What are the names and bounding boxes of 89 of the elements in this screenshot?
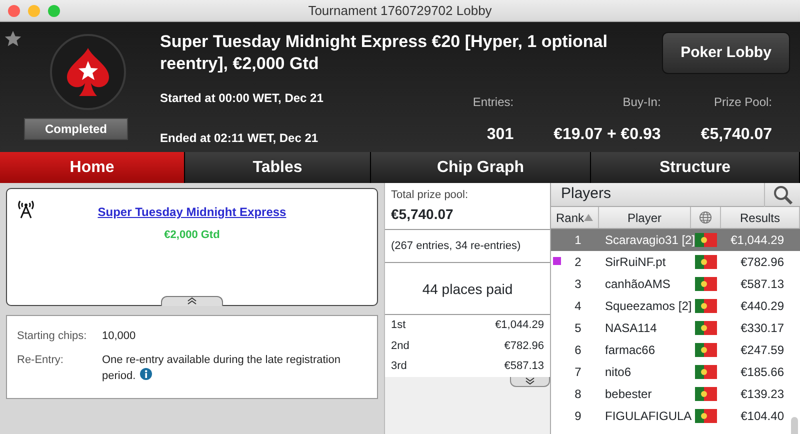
payout-place: 1st bbox=[391, 318, 406, 333]
player-name: SirRuiNF.pt bbox=[604, 254, 667, 271]
result-cell-text: €139.23 bbox=[740, 386, 785, 403]
rank-cell-text: 1 bbox=[574, 232, 582, 249]
column-header[interactable]: Player bbox=[599, 207, 691, 228]
prize-pool-label: Total prize pool: bbox=[391, 188, 470, 203]
stat-value: 301 bbox=[486, 125, 514, 145]
result-cell-text: €587.13 bbox=[740, 276, 785, 293]
flag-icon bbox=[695, 343, 717, 357]
result-cell-text: €1,044.29 bbox=[730, 232, 785, 249]
player-name: FIGULAFIGULA bbox=[604, 408, 691, 425]
player-name: bebester bbox=[604, 386, 653, 403]
flag-icon bbox=[695, 387, 717, 401]
scrollbar-thumb[interactable] bbox=[791, 417, 798, 434]
start-time: Started at 00:00 WET, Dec 21 bbox=[160, 90, 324, 107]
guarantee-text: €2,000 Gtd bbox=[163, 228, 221, 243]
player-row[interactable]: 3 canhãoAMS €587.13 bbox=[551, 273, 800, 295]
tab[interactable]: Structure bbox=[591, 152, 800, 183]
flag-icon bbox=[695, 409, 717, 423]
player-row[interactable]: 1 Scaravagio31 [2] €1,044.29 bbox=[551, 229, 800, 251]
info-icon[interactable] bbox=[140, 368, 152, 380]
result-cell-text: €330.17 bbox=[740, 320, 785, 337]
collapse-handle[interactable] bbox=[161, 296, 223, 306]
player-row[interactable]: 6 farmac66 €247.59 bbox=[551, 339, 800, 361]
player-row[interactable]: 7 nito6 €185.66 bbox=[551, 361, 800, 383]
stat-value: €5,740.07 bbox=[700, 125, 772, 145]
flag-icon bbox=[695, 277, 717, 291]
prize-pool-total: €5,740.07 bbox=[391, 204, 454, 224]
player-row[interactable]: 9 FIGULAFIGULA €104.40 bbox=[551, 405, 800, 427]
player-name: NASA114 bbox=[604, 320, 658, 337]
antenna-icon bbox=[17, 199, 35, 219]
payout-amount: €587.13 bbox=[504, 359, 544, 374]
entries-summary: (267 entries, 34 re-entries) bbox=[385, 230, 550, 263]
column-header[interactable]: Results bbox=[721, 207, 800, 228]
end-time: Ended at 02:11 WET, Dec 21 bbox=[160, 130, 318, 147]
flag-icon bbox=[695, 255, 717, 269]
player-row[interactable]: 5 NASA114 €330.17 bbox=[551, 317, 800, 339]
star-icon[interactable] bbox=[4, 30, 22, 48]
stat-label: Prize Pool: bbox=[712, 94, 772, 111]
player-name: canhãoAMS bbox=[604, 276, 672, 293]
rank-cell-text: 6 bbox=[574, 342, 582, 359]
tab[interactable]: Home bbox=[0, 152, 185, 183]
status-ribbon: Completed bbox=[24, 118, 128, 140]
result-cell-text: €440.29 bbox=[740, 298, 785, 315]
stat-label: Buy-In: bbox=[622, 94, 661, 111]
stat-label: Entries: bbox=[472, 94, 514, 111]
expand-handle[interactable] bbox=[510, 376, 550, 386]
tab[interactable]: Tables bbox=[185, 152, 371, 183]
globe-icon[interactable] bbox=[699, 211, 712, 224]
result-cell-text: €104.40 bbox=[740, 408, 785, 425]
rank-cell-text: 7 bbox=[574, 364, 582, 381]
tournament-title: Super Tuesday Midnight Express €20 [Hyper, 1 optional reentry], €2,000 Gtd bbox=[160, 31, 608, 75]
sort-ascending-icon bbox=[584, 214, 593, 221]
payout-place: 3rd bbox=[391, 359, 407, 374]
flag-icon bbox=[695, 299, 717, 313]
detail-label: Re-Entry: bbox=[17, 352, 64, 368]
player-row[interactable]: 4 Squeezamos [2] €440.29 bbox=[551, 295, 800, 317]
poker-lobby-button[interactable]: Poker Lobby bbox=[662, 32, 790, 74]
player-name: Squeezamos [2] bbox=[604, 298, 691, 315]
column-header[interactable]: Rank bbox=[551, 207, 599, 228]
rank-cell-text: 2 bbox=[574, 254, 582, 271]
detail-label: Starting chips: bbox=[17, 329, 88, 344]
payout-place: 2nd bbox=[391, 338, 410, 354]
rank-cell-text: 5 bbox=[574, 320, 582, 337]
flag-icon bbox=[695, 233, 717, 247]
rank-cell-text: 9 bbox=[574, 408, 582, 425]
places-paid-text: 44 places paid bbox=[422, 281, 513, 297]
stat-value: €19.07 + €0.93 bbox=[554, 125, 661, 145]
rank-cell-text: 3 bbox=[574, 276, 582, 293]
tab[interactable]: Chip Graph bbox=[371, 152, 591, 183]
player-row[interactable]: 8 bebester €139.23 bbox=[551, 383, 800, 405]
payout-amount: €1,044.29 bbox=[495, 318, 544, 333]
player-name: nito6 bbox=[604, 364, 632, 381]
result-cell-text: €782.96 bbox=[740, 254, 785, 271]
window-title: Tournament 1760729702 Lobby bbox=[308, 2, 492, 20]
detail-value: One re-entry available during the late registration period. bbox=[102, 352, 342, 384]
tournament-link[interactable]: Super Tuesday Midnight Express bbox=[98, 205, 286, 219]
result-cell-text: €185.66 bbox=[740, 364, 785, 381]
flag-icon bbox=[695, 365, 717, 379]
player-row[interactable]: 2 SirRuiNF.pt €782.96 bbox=[551, 251, 800, 273]
result-cell-text: €247.59 bbox=[740, 342, 785, 359]
payout-amount: €782.96 bbox=[504, 338, 544, 354]
detail-value: 10,000 bbox=[102, 329, 137, 344]
rank-cell-text: 8 bbox=[574, 386, 582, 403]
players-title: Players bbox=[560, 184, 612, 204]
spade-logo-icon bbox=[65, 46, 111, 98]
flag-icon bbox=[695, 321, 717, 335]
player-name: farmac66 bbox=[604, 342, 656, 359]
rank-cell-text: 4 bbox=[574, 298, 582, 315]
